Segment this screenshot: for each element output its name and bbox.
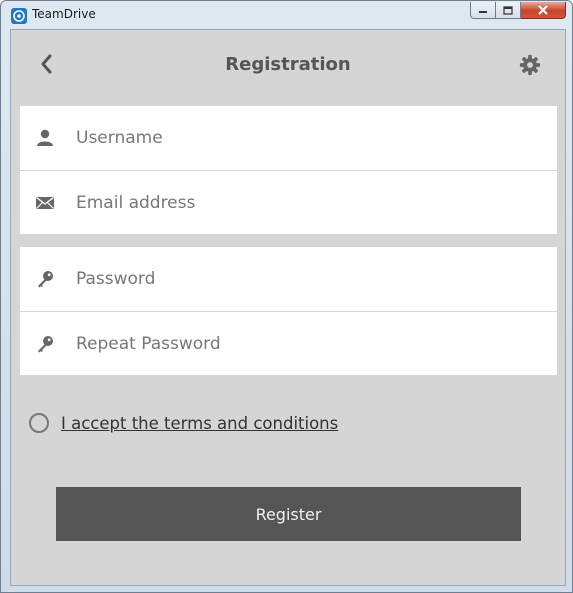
window-title: TeamDrive	[32, 7, 96, 21]
username-field	[20, 106, 557, 170]
registration-screen: Registration Username Email address I ac…	[10, 29, 566, 586]
repeat-password-input[interactable]	[76, 312, 546, 376]
account-fields-group	[20, 106, 557, 235]
maximize-button[interactable]	[496, 2, 521, 19]
gear-icon[interactable]	[519, 54, 541, 76]
title-bar[interactable]: TeamDrive	[1, 1, 572, 29]
password-field	[20, 247, 557, 311]
maximize-icon	[503, 5, 513, 15]
password-input[interactable]	[76, 247, 546, 311]
terms-link[interactable]: I accept the terms and conditions	[61, 414, 338, 433]
page-title: Registration	[225, 54, 351, 75]
register-button[interactable]: Register	[56, 487, 521, 541]
key-icon	[38, 271, 53, 288]
close-button[interactable]	[521, 2, 566, 19]
username-input[interactable]	[76, 106, 546, 170]
close-icon	[538, 5, 548, 15]
envelope-icon	[36, 196, 54, 209]
window-controls	[470, 2, 566, 21]
teamdrive-window: TeamDrive Registration Username Email ad…	[0, 0, 573, 593]
email-field	[20, 170, 557, 235]
header-bar: Registration	[11, 30, 565, 100]
email-input[interactable]	[76, 171, 546, 235]
terms-row: I accept the terms and conditions	[29, 411, 338, 435]
teamdrive-logo-icon	[11, 8, 27, 24]
terms-radio[interactable]	[29, 413, 49, 433]
user-icon	[37, 129, 53, 146]
password-fields-group	[20, 247, 557, 376]
repeat-password-field	[20, 311, 557, 376]
key-icon	[38, 336, 53, 353]
minimize-button[interactable]	[470, 2, 496, 19]
minimize-icon	[479, 11, 487, 13]
